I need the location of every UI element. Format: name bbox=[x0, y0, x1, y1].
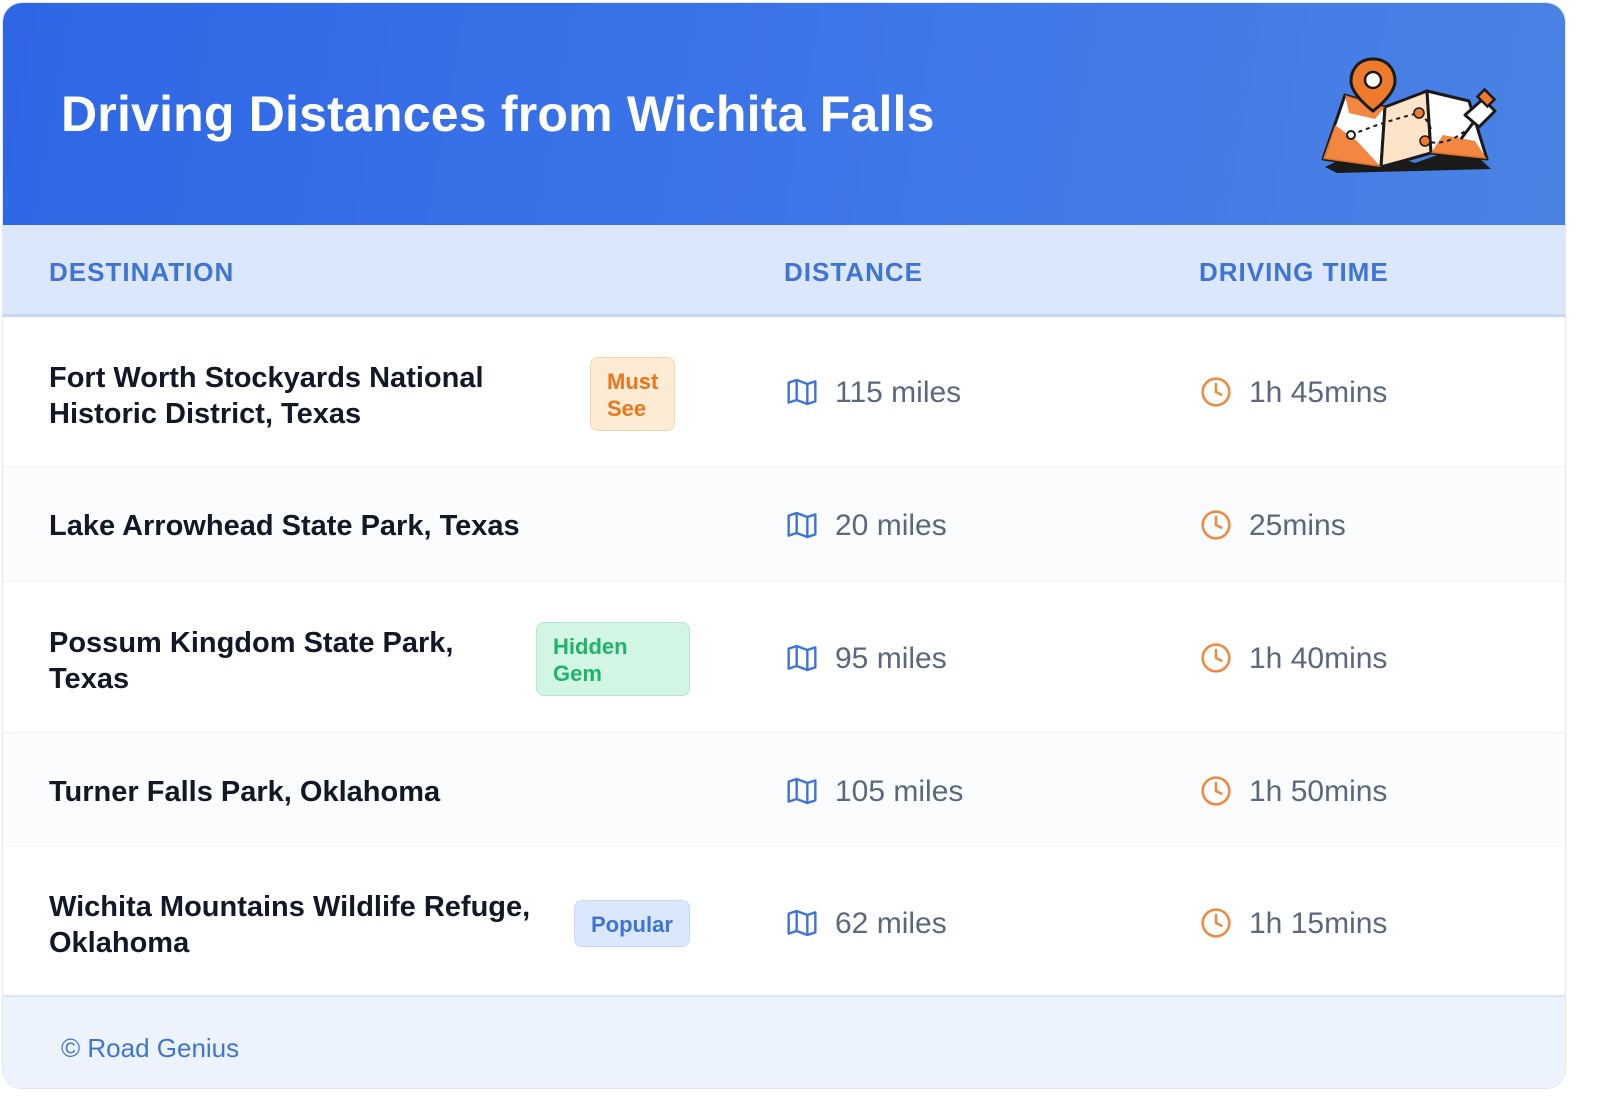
table-row: Turner Falls Park, Oklahoma 105 miles 1h… bbox=[3, 733, 1565, 847]
table-row: Lake Arrowhead State Park, Texas 20 mile… bbox=[3, 467, 1565, 582]
destination-name-line: Historic District, Texas bbox=[49, 398, 362, 430]
distance-table-card: Driving Distances from Wichita Falls DES… bbox=[2, 2, 1566, 1089]
destination-name-line: Oklahoma bbox=[49, 927, 190, 959]
driving-time-value: 1h 50mins bbox=[1249, 775, 1388, 808]
footer: © Road Genius bbox=[3, 995, 1565, 1088]
clock-icon bbox=[1201, 643, 1231, 673]
column-header-destination: DESTINATION bbox=[49, 257, 235, 287]
clock-icon bbox=[1201, 510, 1231, 540]
destination-name-line: Possum Kingdom State Park, bbox=[49, 627, 454, 659]
destination-name: Turner Falls Park, Oklahoma bbox=[49, 776, 441, 808]
table-row: Fort Worth Stockyards National Historic … bbox=[3, 317, 1565, 467]
copyright-credit: © Road Genius bbox=[61, 1033, 240, 1063]
distance-value: 20 miles bbox=[835, 509, 947, 542]
badge-line: See bbox=[607, 396, 647, 421]
table-row: Wichita Mountains Wildlife Refuge, Oklah… bbox=[3, 847, 1565, 995]
destination-name: Wichita Mountains Wildlife Refuge, Oklah… bbox=[49, 889, 530, 961]
map-icon bbox=[787, 511, 817, 539]
clock-icon bbox=[1201, 776, 1231, 806]
driving-time-value: 1h 40mins bbox=[1249, 642, 1388, 675]
destination-name: Fort Worth Stockyards National Historic … bbox=[49, 360, 484, 432]
driving-time-value: 1h 45mins bbox=[1249, 376, 1388, 409]
map-icon bbox=[787, 777, 817, 805]
map-icon bbox=[787, 909, 817, 937]
column-header-distance: DISTANCE bbox=[784, 257, 923, 287]
map-icon bbox=[787, 644, 817, 672]
destination-name-line: Fort Worth Stockyards National bbox=[49, 362, 484, 394]
distance-value: 62 miles bbox=[835, 907, 947, 940]
table-header-row: DESTINATION DISTANCE DRIVING TIME bbox=[3, 225, 1565, 317]
map-pin-illustration bbox=[1321, 57, 1497, 173]
badge-line: Gem bbox=[553, 661, 602, 686]
clock-icon bbox=[1201, 908, 1231, 938]
header-banner: Driving Distances from Wichita Falls bbox=[3, 3, 1565, 225]
hidden-gem-badge: Hidden Gem bbox=[536, 622, 690, 696]
badge-line: Must bbox=[607, 369, 659, 394]
driving-time-value: 25mins bbox=[1249, 509, 1346, 542]
must-see-badge: Must See bbox=[590, 357, 676, 431]
destination-name: Possum Kingdom State Park, Texas bbox=[49, 625, 454, 697]
distance-value: 95 miles bbox=[835, 642, 947, 675]
popular-badge: Popular bbox=[574, 900, 690, 947]
column-header-driving-time: DRIVING TIME bbox=[1199, 257, 1389, 287]
destination-name-line: Wichita Mountains Wildlife Refuge, bbox=[49, 891, 531, 923]
destination-name: Lake Arrowhead State Park, Texas bbox=[49, 510, 520, 542]
driving-time-value: 1h 15mins bbox=[1249, 907, 1388, 940]
table-row: Possum Kingdom State Park, Texas Hidden … bbox=[3, 582, 1565, 733]
destination-name-line: Texas bbox=[49, 663, 130, 695]
page-title: Driving Distances from Wichita Falls bbox=[61, 86, 935, 142]
badge-line: Hidden bbox=[553, 634, 628, 659]
distance-value: 105 miles bbox=[835, 775, 964, 808]
clock-icon bbox=[1201, 377, 1231, 407]
distance-value: 115 miles bbox=[835, 376, 962, 409]
map-icon bbox=[787, 378, 817, 406]
